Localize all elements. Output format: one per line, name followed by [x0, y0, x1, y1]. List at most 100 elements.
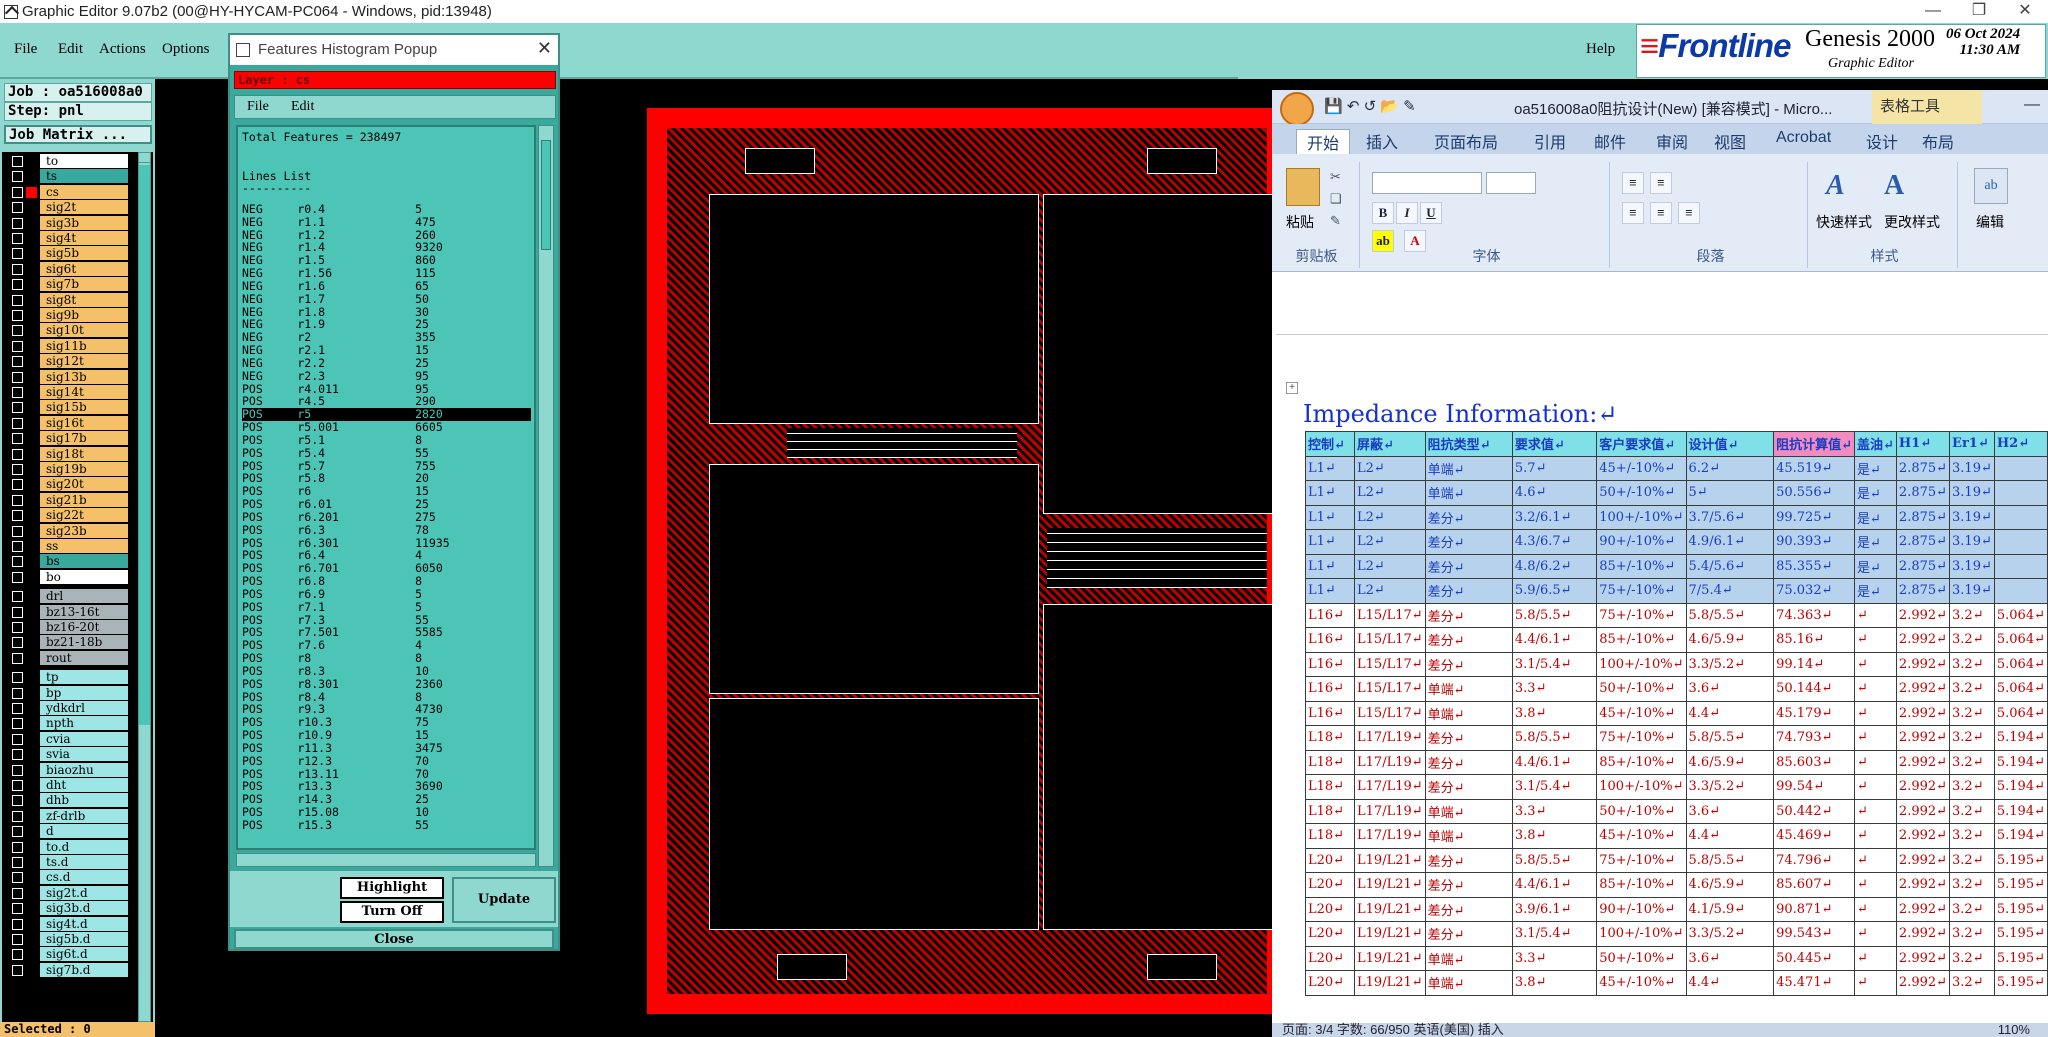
layer-checkbox[interactable] [12, 918, 23, 930]
layer-item-svia[interactable]: svia [6, 747, 128, 762]
table-cell[interactable]: ↵ [1854, 945, 1897, 971]
layer-item-rout[interactable]: rout [6, 650, 128, 666]
table-cell[interactable]: 50.442↵ [1773, 798, 1856, 824]
table-cell[interactable]: 5.8/5.5↵ [1511, 602, 1598, 628]
table-cell[interactable]: 4.6↵ [1511, 480, 1598, 506]
table-cell[interactable]: L16↵ [1304, 676, 1356, 702]
layer-checkbox[interactable] [12, 606, 23, 618]
menu-options[interactable]: Options [162, 41, 210, 58]
table-cell[interactable]: L18↵ [1304, 749, 1356, 775]
table-cell[interactable]: 3.2↵ [1949, 798, 1995, 824]
menu-help[interactable]: Help [1586, 41, 1615, 58]
layer-checkbox[interactable] [12, 510, 23, 522]
table-cell[interactable]: 差分↵ [1424, 921, 1513, 947]
table-cell[interactable]: 差分↵ [1424, 651, 1513, 677]
table-cell[interactable]: 4.3/6.7↵ [1511, 529, 1598, 555]
layer-item-sig15b[interactable]: sig15b [6, 400, 128, 415]
layer-checkbox[interactable] [12, 325, 23, 337]
ribbon-tab[interactable]: 页面布局 [1434, 129, 1498, 153]
table-cell[interactable]: 3.19↵ [1949, 504, 1995, 530]
table-cell[interactable]: 50.556↵ [1773, 480, 1856, 506]
scroll-up-icon[interactable] [139, 153, 150, 163]
table-cell[interactable]: L2↵ [1354, 553, 1426, 579]
table-cell[interactable] [1993, 504, 2048, 530]
layer-checkbox[interactable] [12, 652, 23, 664]
italic-button[interactable]: I [1396, 202, 1418, 224]
table-cell[interactable]: 4.1/5.9↵ [1685, 896, 1775, 922]
table-header-cell[interactable]: 阻抗类型↵ [1424, 431, 1513, 457]
layer-item-drl[interactable]: drl [6, 589, 128, 604]
table-cell[interactable]: L20↵ [1304, 970, 1356, 996]
table-cell[interactable]: 差分↵ [1424, 847, 1513, 873]
table-cell[interactable]: 85+/-10%↵ [1596, 872, 1687, 898]
table-cell[interactable]: 5.194↵ [1993, 774, 2048, 800]
ribbon-tab[interactable]: 引用 [1534, 129, 1566, 153]
quick-styles-icon[interactable]: A [1826, 170, 1845, 202]
table-cell[interactable]: L2↵ [1354, 529, 1426, 555]
change-styles-icon[interactable]: A [1884, 170, 1904, 202]
table-cell[interactable]: 5.195↵ [1993, 921, 2048, 947]
table-cell[interactable]: 50+/-10%↵ [1596, 676, 1687, 702]
layer-item-d[interactable]: d [6, 824, 128, 839]
table-cell[interactable]: L18↵ [1304, 823, 1356, 849]
quick-styles-label[interactable]: 快速样式 [1816, 212, 1872, 232]
table-cell[interactable]: ↵ [1854, 823, 1897, 849]
table-cell[interactable]: L18↵ [1304, 798, 1356, 824]
layer-item-to.d[interactable]: to.d [6, 839, 128, 855]
table-cell[interactable]: 单端↵ [1424, 823, 1513, 849]
layer-item-ts.d[interactable]: ts.d [6, 855, 128, 870]
table-cell[interactable]: 4.4/6.1↵ [1511, 627, 1598, 653]
layer-checkbox[interactable] [12, 764, 23, 776]
layer-item-bp[interactable]: bp [6, 685, 128, 701]
table-cell[interactable]: 50+/-10%↵ [1596, 480, 1687, 506]
table-cell[interactable]: 3.7/5.6↵ [1685, 504, 1775, 530]
table-cell[interactable]: ↵ [1854, 798, 1897, 824]
table-cell[interactable]: L17/L19↵ [1354, 798, 1426, 824]
layer-checkbox[interactable] [12, 263, 23, 275]
feature-row[interactable]: POS r8.3 10 [242, 664, 429, 678]
layer-item-sig6t[interactable]: sig6t [6, 261, 128, 277]
table-cell[interactable]: 3.3↵ [1511, 798, 1598, 824]
table-cell[interactable]: ↵ [1854, 725, 1897, 751]
table-cell[interactable]: 5.8/5.5↵ [1511, 847, 1598, 873]
table-cell[interactable]: 3.2↵ [1949, 847, 1995, 873]
table-cell[interactable]: 单端↵ [1424, 480, 1513, 506]
layer-item-dht[interactable]: dht [6, 778, 128, 793]
table-cell[interactable]: ↵ [1854, 602, 1897, 628]
table-cell[interactable]: 5.8/5.5↵ [1511, 725, 1598, 751]
table-cell[interactable]: 3.9/6.1↵ [1511, 896, 1598, 922]
turn-off-button[interactable]: Turn Off [340, 901, 444, 923]
table-cell[interactable]: 差分↵ [1424, 553, 1513, 579]
ribbon-tab[interactable]: 插入 [1366, 129, 1398, 153]
table-cell[interactable]: 3.2/6.1↵ [1511, 504, 1598, 530]
ribbon-tab[interactable]: 开始 [1296, 129, 1351, 154]
layer-item-sig4t[interactable]: sig4t [6, 231, 128, 246]
table-cell[interactable]: 2.992↵ [1895, 749, 1951, 775]
table-cell[interactable]: 5.195↵ [1993, 970, 2048, 996]
table-cell[interactable]: L19/L21↵ [1354, 872, 1426, 898]
word-minimize-icon[interactable]: — [2024, 96, 2040, 114]
feature-row[interactable]: POS r6.3 78 [242, 523, 429, 537]
layer-item-sig3b.d[interactable]: sig3b.d [6, 901, 128, 916]
table-cell[interactable]: 4.4↵ [1685, 700, 1775, 726]
table-cell[interactable]: 2.992↵ [1895, 676, 1951, 702]
table-cell[interactable] [1993, 578, 2048, 604]
table-cell[interactable] [1993, 553, 2048, 579]
table-cell[interactable]: 45.469↵ [1773, 823, 1856, 849]
table-cell[interactable]: 4.9/6.1↵ [1685, 529, 1775, 555]
table-cell[interactable]: ↵ [1854, 676, 1897, 702]
layer-item-sig16t[interactable]: sig16t [6, 415, 128, 431]
table-cell[interactable]: 4.4↵ [1685, 970, 1775, 996]
table-cell[interactable]: 74.796↵ [1773, 847, 1856, 873]
table-cell[interactable]: 5.064↵ [1993, 602, 2048, 628]
table-cell[interactable]: 3.2↵ [1949, 921, 1995, 947]
table-cell[interactable]: 2.992↵ [1895, 896, 1951, 922]
table-cell[interactable]: ↵ [1854, 921, 1897, 947]
table-cell[interactable]: 5.195↵ [1993, 847, 2048, 873]
table-cell[interactable]: 75+/-10%↵ [1596, 602, 1687, 628]
table-cell[interactable]: L2↵ [1354, 455, 1426, 481]
table-cell[interactable]: 5.064↵ [1993, 651, 2048, 677]
table-cell[interactable]: L15/L17↵ [1354, 602, 1426, 628]
table-cell[interactable]: 3.2↵ [1949, 823, 1995, 849]
table-cell[interactable]: ↵ [1854, 700, 1897, 726]
